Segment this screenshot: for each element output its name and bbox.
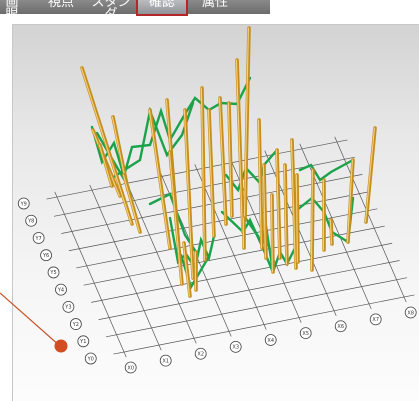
- axis-label-x: X8: [407, 310, 414, 316]
- axis-label-y: Y9: [20, 201, 27, 207]
- axis-bubble-x: X1: [159, 354, 172, 367]
- axis-label-y: Y6: [42, 253, 49, 259]
- axis-label-y: Y5: [49, 270, 56, 276]
- axis-label-x: X7: [372, 317, 379, 323]
- callout-dot: [54, 339, 68, 353]
- axis-bubble-x: X7: [369, 313, 382, 326]
- axis-bubble-y: Y5: [47, 266, 60, 279]
- 3d-model-view[interactable]: Y0 Y1 Y2 Y3 Y4 Y5 Y6 Y7 Y8 Y9 X0 X1 X2 X3 X4 X5 X6 X7 X8: [0, 0, 419, 400]
- axis-label-y: Y8: [27, 219, 34, 225]
- axis-label-x: X1: [162, 358, 169, 364]
- axis-bubble-x: X2: [194, 347, 207, 360]
- x-axis-labels: X0 X1 X2 X3 X4 X5 X6 X7 X8: [124, 306, 417, 374]
- axis-bubble-y: Y8: [25, 214, 38, 227]
- y-axis-labels: Y0 Y1 Y2 Y3 Y4 Y5 Y6 Y7 Y8 Y9: [17, 197, 97, 365]
- grid-line-x: [54, 191, 127, 358]
- axis-bubble-y: Y6: [40, 249, 52, 262]
- axis-label-x: X5: [302, 331, 309, 337]
- axis-bubble-x: X0: [124, 361, 137, 374]
- pillar-highlight: [364, 127, 375, 223]
- axis-label-y: Y7: [35, 236, 42, 242]
- axis-label-x: X3: [232, 345, 239, 351]
- axis-bubble-y: Y3: [62, 300, 75, 313]
- pillar-highlight: [80, 67, 132, 225]
- axis-bubble-y: Y7: [32, 232, 45, 244]
- axis-label-x: X0: [127, 365, 134, 371]
- axis-bubble-x: X5: [299, 327, 312, 340]
- axis-bubble-y: Y2: [69, 318, 82, 330]
- grid-line-x: [89, 184, 162, 351]
- axis-label-y: Y1: [79, 339, 86, 345]
- axis-label-y: Y0: [87, 356, 94, 362]
- axis-label-y: Y2: [72, 322, 79, 328]
- axis-bubble-y: Y9: [17, 197, 30, 210]
- axis-label-x: X2: [197, 352, 204, 358]
- axis-label-y: Y3: [64, 305, 71, 311]
- callout-leader-line: [0, 292, 61, 347]
- axis-label-y: Y4: [57, 287, 64, 293]
- axis-bubble-y: Y0: [84, 352, 97, 365]
- axis-bubble-y: Y4: [55, 283, 67, 296]
- axis-label-x: X6: [337, 324, 344, 330]
- axis-bubble-x: X6: [334, 320, 347, 333]
- axis-bubble-y: Y1: [77, 335, 90, 348]
- axis-bubble-x: X8: [404, 306, 417, 319]
- axis-bubble-x: X4: [264, 334, 277, 346]
- brace-member: [224, 148, 279, 193]
- callout-marker: [0, 292, 68, 353]
- axis-bubble-x: X3: [229, 340, 242, 353]
- axis-label-x: X4: [267, 338, 274, 344]
